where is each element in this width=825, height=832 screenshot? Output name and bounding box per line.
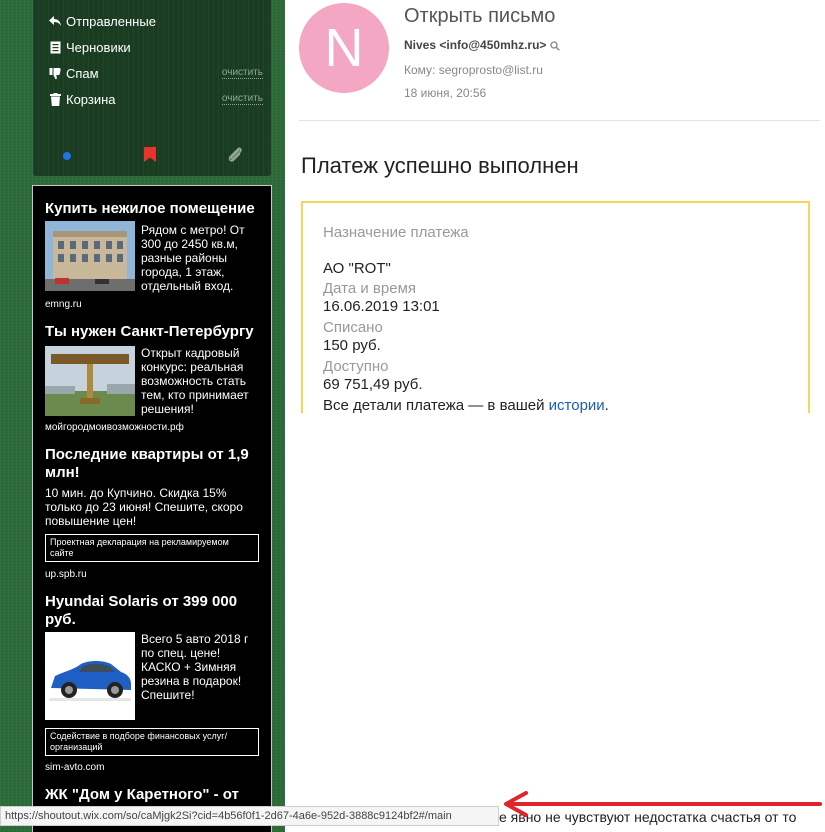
ad-domain[interactable]: мойгородмоивозможности.рф: [45, 422, 184, 433]
ad-title[interactable]: ЖК "Дом у Каретного" - от: [45, 786, 267, 804]
details-line: Все детали платежа — в вашей истории.: [323, 397, 609, 414]
folder-spam[interactable]: Спам очистить: [47, 63, 263, 83]
ad-image-building[interactable]: [45, 221, 135, 291]
folder-list: Отправленные Черновики Спам очистить Кор…: [33, 0, 271, 176]
folder-trash[interactable]: Корзина очистить: [47, 89, 263, 109]
folder-label: Спам: [66, 65, 99, 81]
sender[interactable]: Nives <info@450mhz.ru>: [404, 38, 561, 52]
search-icon[interactable]: [550, 40, 561, 51]
unread-dot-icon[interactable]: [63, 152, 71, 160]
sender-avatar: N: [299, 3, 389, 93]
details-text: Все детали платежа — в вашей: [323, 397, 549, 414]
clear-spam-link[interactable]: очистить: [221, 67, 263, 79]
reply-arrow-icon: [47, 15, 63, 27]
payment-card: Назначение платежа АО "ROT" Дата и время…: [301, 201, 810, 414]
history-link[interactable]: истории: [549, 397, 605, 414]
folder-label: Отправленные: [66, 13, 156, 29]
ad-title[interactable]: Ты нужен Санкт-Петербургу: [45, 323, 267, 341]
thumbs-down-icon: [47, 67, 63, 80]
folder-label: Корзина: [66, 91, 116, 107]
ad-domain[interactable]: emng.ru: [45, 299, 82, 310]
red-arrow-annotation: [504, 791, 822, 817]
ad-text[interactable]: 10 мин. до Купчино. Скидка 15% только до…: [45, 486, 245, 528]
folder-sent[interactable]: Отправленные: [47, 11, 263, 31]
ad-domain[interactable]: up.spb.ru: [45, 569, 87, 580]
ad-disclaimer: Проектная декларация на рекламируемом са…: [45, 534, 259, 562]
message-subject: Платеж успешно выполнен: [301, 153, 579, 178]
ad-title[interactable]: Hyundai Solaris от 399 000 руб.: [45, 593, 267, 629]
purpose-label: Назначение платежа: [323, 224, 469, 241]
ad-disclaimer: Содействие в подборе финансовых услуг/ор…: [45, 728, 259, 756]
trash-icon: [47, 92, 63, 106]
purpose-value: АО "ROT": [323, 260, 391, 277]
ad-text[interactable]: Открыт кадровый конкурс: реальная возмож…: [141, 346, 261, 416]
clear-trash-link[interactable]: очистить: [221, 93, 263, 105]
ad-image-car[interactable]: [45, 632, 135, 720]
ad-domain[interactable]: sim-avto.com: [45, 762, 104, 773]
ad-title[interactable]: Купить нежилое помещение: [45, 200, 267, 218]
recipient: Кому: segroprosto@list.ru: [404, 63, 543, 77]
available-value: 69 751,49 руб.: [323, 376, 423, 393]
folder-drafts[interactable]: Черновики: [47, 37, 263, 57]
available-label: Доступно: [323, 358, 389, 375]
datetime-label: Дата и время: [323, 280, 417, 297]
paperclip-icon[interactable]: [226, 145, 244, 165]
draft-icon: [47, 41, 63, 54]
ad-panel: Купить нежилое помещение Рядом с метро! …: [32, 185, 272, 832]
ad-title[interactable]: Последние квартиры от 1,9 млн!: [45, 446, 267, 482]
ad-text[interactable]: Рядом с метро! От 300 до 2450 кв.м, разн…: [141, 223, 261, 293]
message-date: 18 июня, 20:56: [404, 86, 487, 100]
folder-label: Черновики: [66, 39, 131, 55]
ad-image-monument[interactable]: [45, 346, 135, 416]
status-bar-url: https://shoutout.wix.com/so/caMjgk2Si?ci…: [0, 806, 499, 826]
datetime-value: 16.06.2019 13:01: [323, 298, 440, 315]
ad-text[interactable]: Всего 5 авто 2018 г по спец. цене! КАСКО…: [141, 632, 261, 702]
header-divider: [299, 120, 820, 121]
details-end: .: [604, 397, 609, 414]
debited-value: 150 руб.: [323, 337, 381, 354]
page-title: Открыть письмо: [404, 5, 556, 27]
folder-filter-bar: [33, 145, 271, 167]
debited-label: Списано: [323, 319, 383, 336]
flag-icon[interactable]: [144, 147, 156, 163]
sender-name[interactable]: Nives <info@450mhz.ru>: [404, 38, 546, 52]
